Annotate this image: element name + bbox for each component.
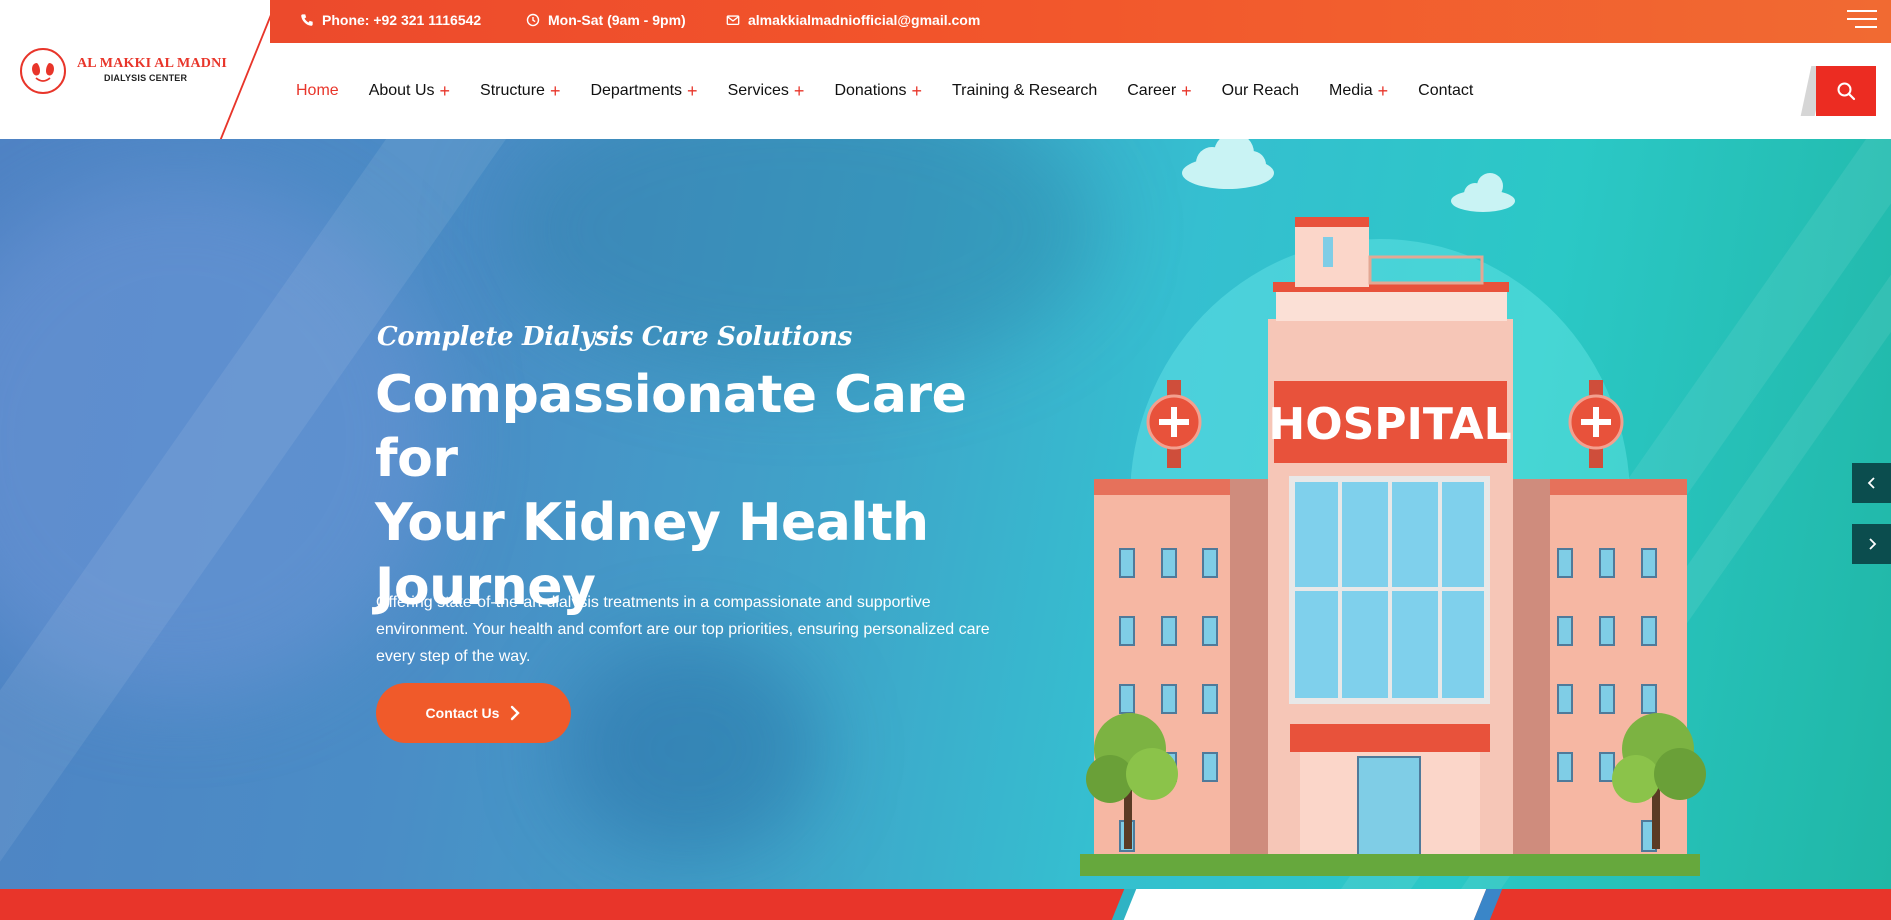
nav-label: Media: [1329, 82, 1373, 99]
nav-item-home[interactable]: Home: [296, 82, 339, 100]
brand-name: AL MAKKI AL MADNI: [77, 56, 228, 71]
band-white-section: [1123, 889, 1487, 920]
nav-label: Services: [727, 82, 789, 99]
nav-item-career[interactable]: Career +: [1127, 82, 1191, 100]
nav-label: Home: [296, 82, 339, 99]
topbar-phone-text: Phone: +92 321 1116542: [322, 12, 482, 28]
topbar-hours-text: Mon-Sat (9am - 9pm): [548, 12, 686, 28]
contact-us-label: Contact Us: [425, 705, 500, 721]
clock-icon: [526, 13, 540, 27]
topbar-hours: Mon-Sat (9am - 9pm): [526, 12, 686, 28]
nav-item-media[interactable]: Media +: [1329, 82, 1388, 100]
phone-icon: [301, 14, 313, 26]
chevron-left-icon: [1867, 477, 1875, 489]
topbar-phone[interactable]: Phone: +92 321 1116542: [300, 12, 481, 28]
plus-icon: +: [911, 81, 922, 101]
plus-icon: +: [549, 81, 561, 101]
search-button[interactable]: [1816, 66, 1876, 116]
plus-icon: +: [1181, 81, 1192, 101]
nav-item-about-us[interactable]: About Us +: [369, 82, 450, 100]
hero-title-line: Compassionate Care for: [375, 365, 967, 489]
nav-item-training-research[interactable]: Training & Research: [952, 82, 1097, 100]
plus-icon: +: [1377, 81, 1389, 101]
nav-item-services[interactable]: Services +: [728, 82, 805, 100]
contact-us-button[interactable]: Contact Us: [376, 683, 571, 743]
hero-title-line: Your Kidney Health: [375, 493, 929, 553]
search-icon: [1837, 82, 1856, 101]
chevron-right-icon: [1868, 538, 1876, 550]
brand-subtitle: DIALYSIS CENTER: [104, 73, 188, 83]
nav-label: Contact: [1418, 82, 1474, 99]
bottom-decorative-band: [0, 889, 1891, 920]
nav-label: Donations: [834, 82, 907, 99]
logo-icon[interactable]: [20, 48, 66, 94]
envelope-icon: [726, 15, 740, 26]
plus-icon: +: [687, 81, 698, 101]
plus-icon: +: [793, 81, 805, 101]
nav-item-donations[interactable]: Donations +: [834, 82, 922, 100]
slider-next-button[interactable]: [1852, 524, 1891, 564]
nav-item-contact[interactable]: Contact: [1418, 82, 1473, 100]
topbar-email-text: almakkialmadniofficial@gmail.com: [748, 12, 981, 28]
nav-label: Career: [1127, 82, 1177, 99]
slider-prev-button[interactable]: [1852, 463, 1891, 503]
hero-bg-blob: [560, 639, 820, 859]
top-info-bar: Phone: +92 321 1116542 Mon-Sat (9am - 9p…: [270, 0, 1891, 43]
logo-text[interactable]: AL MAKKI AL MADNI DIALYSIS CENTER: [77, 56, 227, 83]
chevron-right-icon: [511, 705, 521, 721]
nav-label: About Us: [368, 82, 435, 99]
nav-label: Training & Research: [952, 82, 1098, 99]
nav-label: Structure: [480, 82, 545, 99]
hero-title: Compassionate Care for Your Kidney Healt…: [375, 363, 1055, 619]
nav-label: Our Reach: [1221, 82, 1300, 99]
hamburger-menu-icon[interactable]: [1847, 10, 1877, 30]
hero-description: Offering state-of-the-art dialysis treat…: [376, 594, 990, 665]
main-navigation: Home About Us + Structure + Departments + S…: [296, 80, 1503, 102]
nav-label: Departments: [590, 82, 683, 99]
nav-item-our-reach[interactable]: Our Reach: [1222, 82, 1299, 100]
plus-icon: +: [439, 81, 451, 101]
hero-subtitle: Complete Dialysis Care Solutions: [377, 322, 853, 352]
nav-item-structure[interactable]: Structure +: [480, 82, 560, 100]
site-header: AL MAKKI AL MADNI DIALYSIS CENTER Phone:…: [0, 0, 1891, 160]
nav-item-departments[interactable]: Departments +: [590, 82, 697, 100]
hospital-illustration: HOSPITAL: [1080, 139, 1706, 876]
topbar-email[interactable]: almakkialmadniofficial@gmail.com: [726, 12, 980, 28]
hospital-sign-text: HOSPITAL: [1268, 399, 1511, 450]
